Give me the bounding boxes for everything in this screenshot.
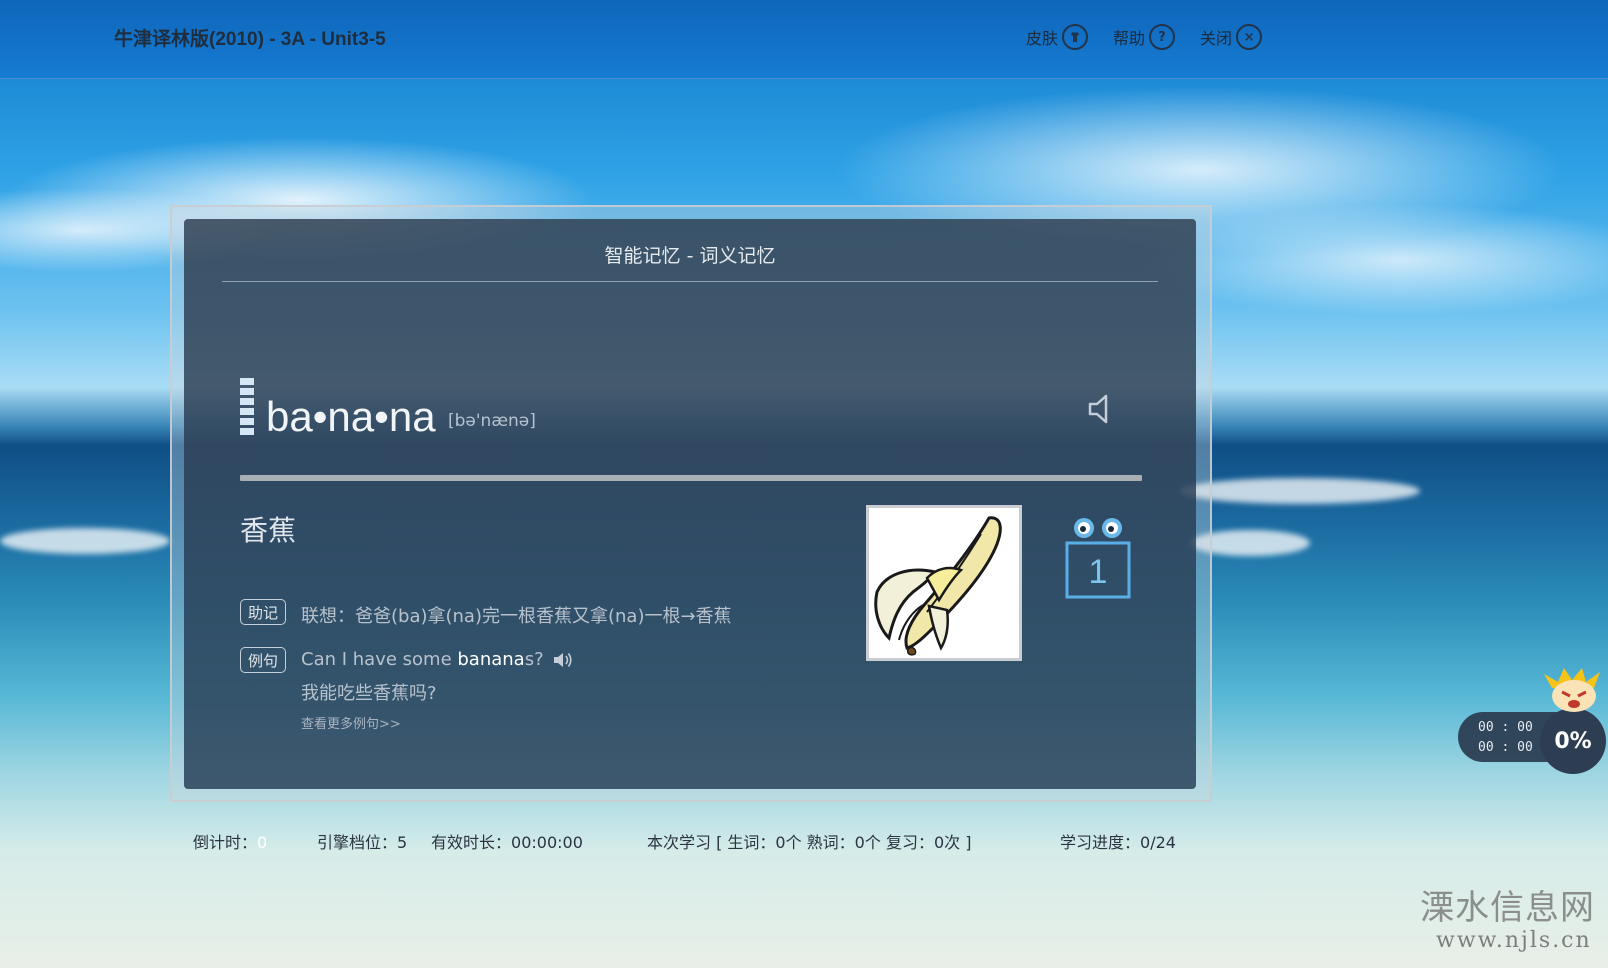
level-indicator (240, 378, 254, 438)
engine-label: 引擎档位： (317, 833, 398, 852)
timer-line-2: 00 : 00 (1478, 740, 1533, 755)
close-icon: × (1236, 24, 1263, 50)
help-label: 帮助 (1113, 29, 1146, 48)
close-label: 关闭 (1200, 29, 1233, 48)
mascot-icon (1544, 668, 1600, 712)
watermark-url: www.njls.cn (1436, 928, 1592, 953)
progress-label: 学习进度： (1060, 833, 1141, 852)
meaning-text: 香蕉 (240, 514, 297, 547)
progress-value: 0/24 (1140, 833, 1176, 852)
engine-value: 5 (397, 833, 408, 852)
review-count: 1 (1089, 553, 1108, 591)
word-card: 智能记忆 - 词义记忆 ba•na•na [bə'nænə] 香蕉 助记 联想：… (184, 219, 1196, 789)
banana-image (866, 505, 1022, 661)
review-counter[interactable]: 1 (1064, 517, 1132, 603)
background-wave (0, 528, 170, 554)
level-bar (240, 408, 254, 415)
timer-line-1: 00 : 00 (1478, 720, 1533, 735)
sentence-speaker-icon[interactable] (552, 650, 574, 670)
example-translation: 我能吃些香蕉吗? (301, 683, 437, 704)
skin-label: 皮肤 (1026, 29, 1059, 48)
more-examples-link[interactable]: 查看更多例句>> (301, 713, 401, 732)
level-bar (240, 418, 254, 425)
background-wave (1180, 478, 1420, 504)
level-bar (240, 388, 254, 395)
word-progress-bar (240, 475, 1142, 481)
countdown-label: 倒计时： (193, 833, 258, 852)
divider (222, 281, 1158, 282)
percent-badge: 0% (1540, 708, 1606, 774)
skin-icon (1062, 24, 1089, 50)
duration-value: 00:00:00 (511, 833, 583, 852)
watermark-name: 溧水信息网 (1420, 888, 1595, 928)
example-highlight: banana (457, 649, 525, 670)
timer-widget[interactable]: 00 : 00 00 : 00 0% (1458, 666, 1608, 776)
example-after: s? (524, 649, 544, 670)
example-before: Can I have some (301, 649, 458, 670)
app-title: 牛津译林版(2010) - 3A - Unit3-5 (114, 29, 386, 50)
help-icon: ? (1149, 24, 1176, 50)
mnemonic-text: 联想：爸爸(ba)拿(na)完一根香蕉又拿(na)一根→香蕉 (301, 606, 732, 627)
countdown-status: 倒计时：0 (193, 829, 267, 853)
session-status: 本次学习 [ 生词：0个 熟词：0个 复习：0次 ] (647, 833, 972, 852)
skin-button[interactable]: 皮肤 (1026, 24, 1089, 50)
mnemonic-tag: 助记 (240, 599, 286, 625)
level-bar (240, 398, 254, 405)
example-sentence: Can I have some banana s? (301, 649, 574, 670)
engine-status: 引擎档位：5 (317, 829, 407, 853)
example-tag: 例句 (240, 647, 286, 673)
duration-label: 有效时长： (431, 833, 512, 852)
panel-title: 智能记忆 - 词义记忆 (604, 245, 776, 267)
word-text: ba•na•na (266, 393, 436, 440)
speaker-icon[interactable] (1086, 391, 1122, 427)
close-button[interactable]: 关闭 × (1200, 24, 1263, 50)
app-window: 牛津译林版(2010) - 3A - Unit3-5 皮肤 帮助 ? 关闭 × … (0, 0, 1608, 968)
help-button[interactable]: 帮助 ? (1113, 24, 1176, 50)
title-bar: 牛津译林版(2010) - 3A - Unit3-5 皮肤 帮助 ? 关闭 × (0, 0, 1608, 79)
countdown-value: 0 (257, 833, 268, 852)
duration-status: 有效时长：00:00:00 (431, 829, 583, 853)
phonetic-text: [bə'nænə] (448, 411, 536, 431)
level-bar (240, 428, 254, 435)
level-bar (240, 378, 254, 385)
progress-status: 学习进度：0/24 (1060, 829, 1176, 853)
